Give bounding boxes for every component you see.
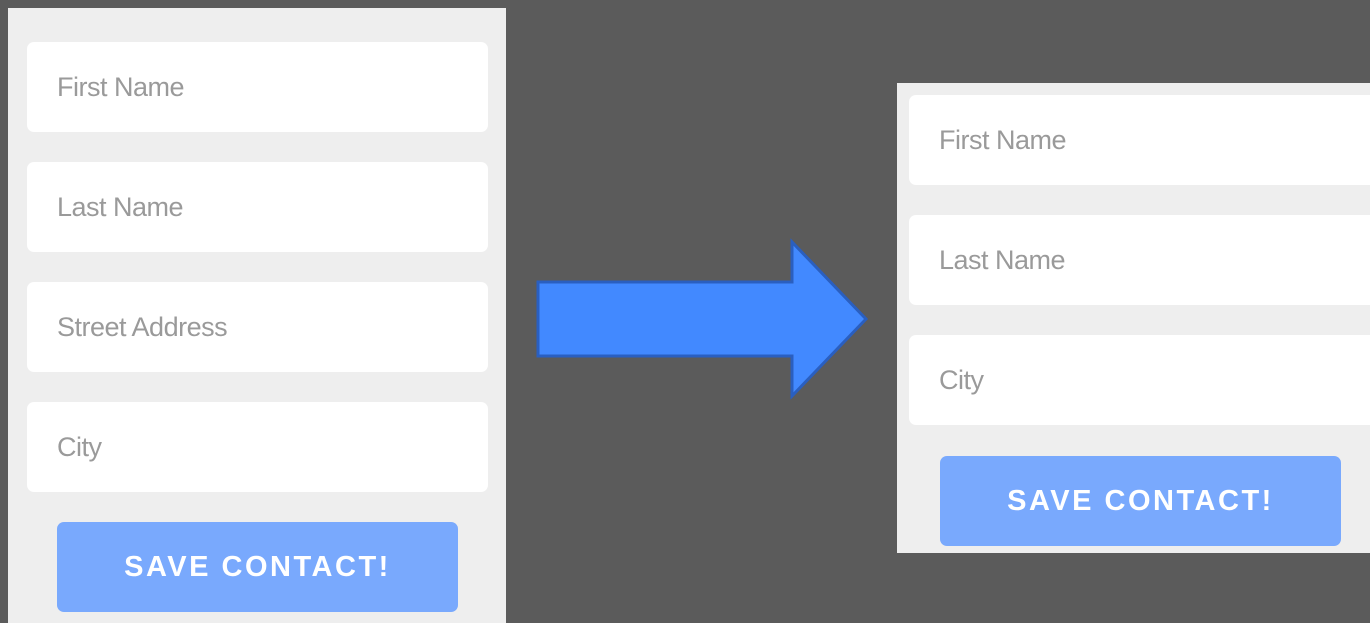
first-name-field[interactable]: First Name (909, 95, 1370, 185)
save-contact-button[interactable]: SAVE CONTACT! (940, 456, 1341, 546)
last-name-field[interactable]: Last Name (909, 215, 1370, 305)
city-field[interactable]: City (909, 335, 1370, 425)
form-panel-after: First Name Last Name City SAVE CONTACT! (897, 83, 1370, 553)
